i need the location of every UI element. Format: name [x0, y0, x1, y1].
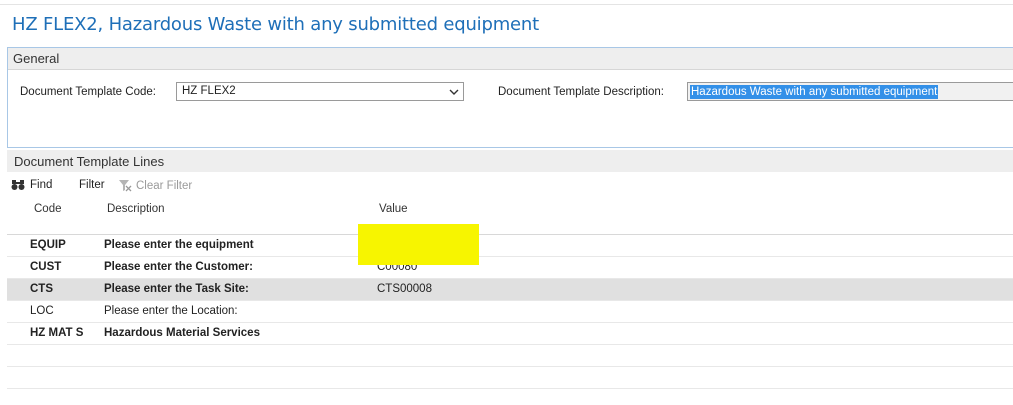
row-code: LOC [30, 305, 54, 317]
general-header[interactable]: General [8, 48, 1013, 70]
table-row-empty[interactable] [7, 367, 1013, 389]
row-code: CTS [30, 283, 53, 295]
value-highlight-marker [358, 224, 479, 265]
row-description: Please enter the Location: [104, 305, 238, 317]
template-code-value: HZ FLEX2 [182, 85, 236, 97]
column-header-description[interactable]: Description [107, 203, 165, 215]
table-row[interactable]: EQUIP Please enter the equipment [7, 235, 1013, 257]
page-title: HZ FLEX2, Hazardous Waste with any submi… [12, 14, 539, 35]
general-fasttab: General Document Template Code: HZ FLEX2… [7, 47, 1013, 148]
binoculars-icon [11, 180, 25, 190]
row-code: HZ MAT S [30, 327, 84, 339]
lines-header[interactable]: Document Template Lines [7, 150, 1013, 172]
table-row[interactable]: LOC Please enter the Location: [7, 301, 1013, 323]
template-description-input[interactable]: Hazardous Waste with any submitted equip… [687, 82, 1013, 101]
row-code: EQUIP [30, 239, 66, 251]
table-row-empty[interactable] [7, 345, 1013, 367]
row-value[interactable]: CTS00008 [377, 283, 432, 295]
clear-filter-button[interactable]: Clear Filter [118, 179, 192, 192]
top-divider [0, 4, 1013, 5]
filter-button[interactable]: Filter [79, 179, 105, 191]
template-code-select[interactable]: HZ FLEX2 [176, 82, 464, 101]
find-button[interactable]: Find [11, 179, 52, 191]
general-title: General [13, 51, 60, 66]
row-description: Please enter the Customer: [104, 261, 253, 273]
table-row[interactable]: HZ MAT S Hazardous Material Services [7, 323, 1013, 345]
table-row[interactable]: CUST Please enter the Customer: C00080 [7, 257, 1013, 279]
template-description-label: Document Template Description: [498, 86, 664, 98]
clear-filter-icon [119, 180, 132, 192]
filter-label: Filter [79, 179, 105, 191]
lines-title: Document Template Lines [14, 154, 165, 169]
column-header-value[interactable]: Value [379, 203, 408, 215]
table-row-selected[interactable]: CTS Please enter the Task Site: CTS00008 [7, 279, 1013, 301]
chevron-down-icon [449, 89, 459, 95]
template-code-label: Document Template Code: [20, 86, 156, 98]
row-code: CUST [30, 261, 62, 273]
find-label: Find [30, 179, 53, 191]
row-description: Please enter the equipment [104, 239, 254, 251]
clear-filter-label: Clear Filter [136, 179, 193, 192]
column-header-code[interactable]: Code [34, 203, 62, 215]
template-description-value: Hazardous Waste with any submitted equip… [690, 85, 939, 99]
row-description: Hazardous Material Services [104, 327, 260, 339]
row-description: Please enter the Task Site: [104, 283, 249, 295]
